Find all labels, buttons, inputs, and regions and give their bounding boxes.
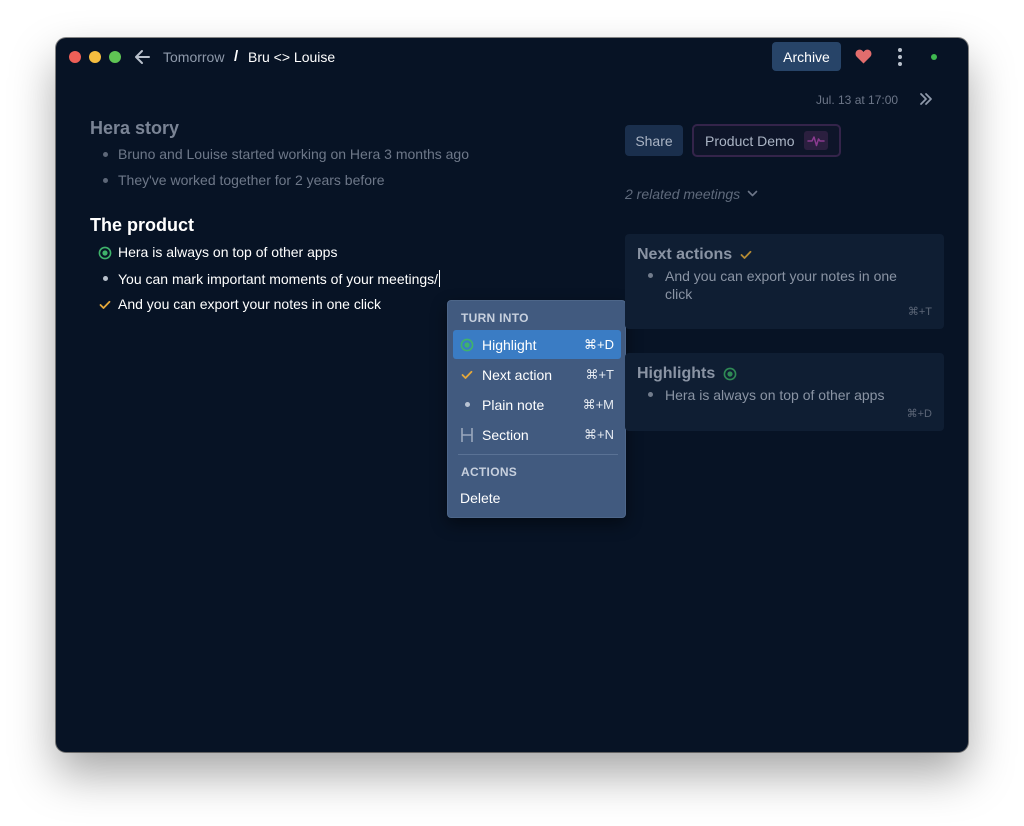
bullet-icon (98, 146, 112, 163)
menu-item-shortcut: ⌘+M (582, 396, 614, 412)
highlight-target-icon (98, 244, 112, 261)
meeting-date: Jul. 13 at 17:00 (816, 93, 899, 107)
card-title: Next actions (637, 246, 752, 264)
menu-item-plain-note[interactable]: Plain note ⌘+M (453, 390, 621, 419)
card-shortcut: ⌘+D (906, 408, 932, 420)
menu-item-label: Highlight (482, 336, 537, 353)
checkmark-icon (460, 368, 474, 382)
breadcrumb-parent[interactable]: Tomorrow (163, 49, 224, 65)
text-caret (439, 270, 441, 287)
bullet-icon (460, 398, 474, 412)
menu-item-shortcut: ⌘+N (584, 426, 614, 442)
card-item-text: And you can export your notes in one cli… (665, 268, 897, 302)
highlight-target-icon (460, 338, 474, 352)
heading-h-icon (460, 427, 474, 442)
share-button[interactable]: Share (625, 125, 683, 156)
double-chevron-right-icon (920, 93, 932, 105)
menu-item-label: Section (482, 426, 529, 443)
menu-item-shortcut: ⌘+T (585, 366, 614, 382)
more-options-button[interactable] (898, 48, 902, 66)
card-title-text: Highlights (637, 365, 716, 382)
meeting-type-button[interactable]: Product Demo (692, 124, 841, 157)
bullet-icon (648, 392, 653, 397)
bullet-icon (648, 273, 653, 278)
card-list-item: Hera is always on top of other apps (648, 386, 925, 404)
note-item[interactable]: Bruno and Louise started working on Hera… (102, 146, 469, 162)
favorite-button[interactable] (855, 49, 872, 64)
minimize-window-button[interactable] (89, 51, 101, 63)
menu-item-next-action[interactable]: Next action ⌘+T (453, 360, 621, 389)
note-item-highlight[interactable]: Hera is always on top of other apps (98, 244, 338, 260)
menu-item-highlight[interactable]: Highlight ⌘+D (453, 330, 621, 359)
note-item-next-action[interactable]: And you can export your notes in one cli… (99, 296, 382, 312)
card-list-item: And you can export your notes in one cli… (648, 267, 925, 303)
online-status-indicator (931, 54, 937, 60)
close-window-button[interactable] (69, 51, 81, 63)
card-title-text: Next actions (637, 246, 733, 263)
breadcrumb-separator: / (234, 48, 239, 65)
menu-item-label: Next action (482, 366, 553, 383)
next-actions-card[interactable]: Next actions And you can export your not… (625, 234, 944, 329)
pulse-icon (804, 131, 828, 150)
card-title: Highlights (637, 365, 737, 383)
arrow-left-icon (135, 50, 150, 64)
card-item-text: Hera is always on top of other apps (665, 387, 885, 403)
bullet-icon (98, 270, 112, 287)
kebab-menu-icon (898, 48, 902, 66)
app-window: Tomorrow / Bru <> Louise Archive Jul. 13… (56, 38, 968, 752)
chevron-down-icon (747, 190, 758, 197)
note-text: Hera is always on top of other apps (118, 244, 338, 260)
note-text: They've worked together for 2 years befo… (118, 172, 385, 188)
related-meetings-label: 2 related meetings (625, 186, 741, 202)
menu-item-section[interactable]: Section ⌘+N (453, 420, 621, 449)
checkmark-icon (98, 296, 112, 313)
meeting-type-label: Product Demo (705, 133, 795, 149)
bullet-icon (98, 172, 112, 189)
back-button[interactable] (133, 46, 153, 68)
related-meetings-toggle[interactable]: 2 related meetings (625, 186, 758, 202)
archive-button[interactable]: Archive (772, 42, 841, 71)
note-item[interactable]: They've worked together for 2 years befo… (102, 172, 385, 188)
breadcrumb-current: Bru <> Louise (248, 49, 336, 65)
checkmark-icon (740, 250, 752, 259)
section-title[interactable]: The product (90, 215, 194, 236)
menu-divider (458, 454, 618, 455)
zoom-window-button[interactable] (109, 51, 121, 63)
turn-into-menu: TURN INTO Highlight ⌘+D Next action ⌘+T … (447, 300, 626, 518)
menu-header-turn-into: TURN INTO (461, 311, 529, 325)
note-text: You can mark important moments of your m… (118, 270, 439, 287)
section-title[interactable]: Hera story (90, 118, 179, 139)
menu-item-label: Plain note (482, 396, 545, 413)
note-text: Bruno and Louise started working on Hera… (118, 146, 469, 162)
highlights-card[interactable]: Highlights Hera is always on top of othe… (625, 353, 944, 431)
card-shortcut: ⌘+T (907, 306, 932, 318)
heart-icon (855, 49, 872, 64)
highlight-target-icon (723, 367, 737, 381)
note-item-editing[interactable]: You can mark important moments of your m… (102, 270, 441, 287)
collapse-panel-button[interactable] (918, 91, 934, 107)
menu-item-shortcut: ⌘+D (584, 336, 614, 352)
menu-item-delete[interactable]: Delete (460, 490, 500, 506)
note-text: And you can export your notes in one cli… (118, 296, 382, 312)
menu-header-actions: ACTIONS (461, 465, 518, 479)
